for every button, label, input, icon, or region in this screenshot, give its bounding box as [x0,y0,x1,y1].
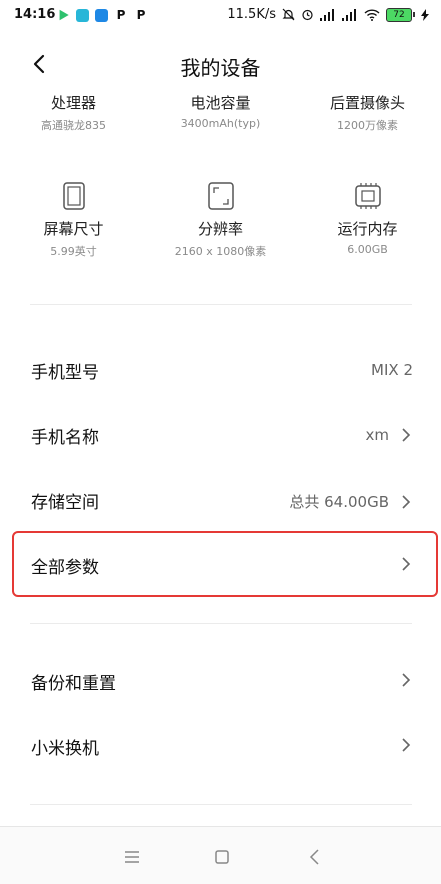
spec-resolution: 分辨率 2160 x 1080像素 [147,182,294,259]
p-app-icon: P [116,8,126,22]
row-label: 小米换机 [31,739,99,759]
storage-value: 总共 64.00GB [289,493,389,511]
play-app-icon [59,9,69,21]
signal-icon-2 [342,8,356,21]
row-storage[interactable]: 存储空间 总共 64.00GB [0,470,441,534]
resolution-icon [207,182,234,210]
battery-level: 72 [386,7,412,22]
spec-value: 6.00GB [347,243,388,256]
signal-icon [320,8,334,21]
status-indicators: 11.5K/s 72 [227,7,429,22]
row-backup-reset[interactable]: 备份和重置 [0,651,441,715]
row-value [401,672,411,688]
wifi-icon [364,8,380,21]
back-icon[interactable] [303,845,327,869]
spec-value: 高通骁龙835 [41,119,106,132]
mail-app-icon [95,8,108,22]
spec-rear-camera: 后置摄像头 1200万像素 [294,92,441,133]
chevron-right-icon [402,673,411,687]
spec-label: 后置摄像头 [329,94,405,112]
network-speed: 11.5K/s [227,7,276,22]
spec-label: 分辨率 [197,220,243,238]
alarm-icon [302,9,313,21]
home-icon[interactable] [210,845,234,869]
spec-battery: 电池容量 3400mAh(typ) [147,92,294,130]
p-app-icon-2: P [136,8,146,22]
memory-icon [354,183,381,209]
system-navigation-bar [0,826,441,884]
divider [30,623,412,624]
row-phone-name[interactable]: 手机名称 xm [0,405,441,469]
divider [30,804,412,805]
spec-value: 3400mAh(typ) [180,117,261,130]
spec-screen-size: 屏幕尺寸 5.99英寸 [0,182,147,259]
page-title: 我的设备 [180,56,261,80]
phone-name-value: xm [365,426,390,444]
battery-tip [413,12,415,17]
menu-icon[interactable] [120,845,144,869]
spec-value: 1200万像素 [337,119,398,132]
row-value [401,737,411,753]
row-phone-model: 手机型号 MIX 2 [0,340,441,404]
highlight-box [12,531,438,597]
spec-label: 电池容量 [190,94,251,112]
row-value: 总共 64.00GB [289,491,411,512]
status-bar: 14:16 P P 11.5K/s 72 [0,0,441,30]
charging-icon [421,8,429,21]
row-label: 手机型号 [31,363,99,383]
tv-app-icon [76,8,89,22]
notification-icons: P P [57,8,148,22]
row-value: xm [366,426,412,444]
spec-label: 处理器 [50,94,96,112]
spec-value: 5.99英寸 [50,245,97,258]
spec-label: 屏幕尺寸 [43,220,104,238]
row-value: MIX 2 [371,361,413,379]
spec-value: 2160 x 1080像素 [174,245,267,258]
chevron-right-icon [402,494,411,509]
row-label: 手机名称 [31,428,99,448]
status-time: 14:16 [14,7,56,22]
spec-memory: 运行内存 6.00GB [294,182,441,256]
row-label: 备份和重置 [31,674,116,694]
spec-processor: 处理器 高通骁龙835 [0,92,147,133]
spec-label: 运行内存 [337,220,398,238]
chevron-right-icon [402,738,411,752]
mute-bell-icon [282,8,295,21]
screen-size-icon [62,182,85,210]
header: 我的设备 [0,40,441,88]
phone-model-value: MIX 2 [371,361,413,379]
divider [30,304,412,305]
row-mi-mover[interactable]: 小米换机 [0,716,441,780]
chevron-right-icon [402,428,411,442]
row-label: 存储空间 [31,493,99,513]
battery-indicator: 72 [386,7,415,22]
